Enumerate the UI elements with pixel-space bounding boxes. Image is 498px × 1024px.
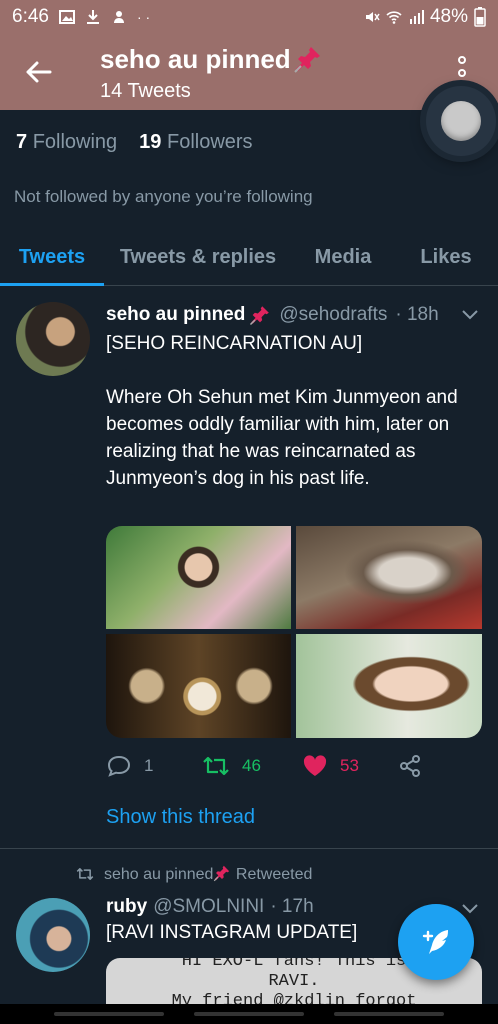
more-dot-icon — [458, 69, 466, 77]
back-arrow-icon[interactable] — [22, 56, 54, 88]
chevron-down-icon[interactable] — [460, 902, 480, 916]
like-count: 53 — [340, 756, 359, 775]
followers-count: 19 — [139, 131, 162, 153]
tab-likes[interactable]: Likes — [394, 230, 498, 285]
mute-icon — [365, 12, 380, 22]
show-thread-link[interactable]: Show this thread — [106, 806, 255, 829]
retweet-icon — [76, 868, 94, 880]
tweet-header: ruby @SMOLNINI · 17h — [106, 896, 314, 918]
not-followed-text: Not followed by anyone you’re following — [14, 187, 313, 206]
reply-count: 1 — [144, 756, 154, 775]
tweet-text: [SEHO REINCARNATION AU] Where Oh Sehun m… — [106, 333, 458, 489]
retweet-icon — [203, 756, 229, 776]
tweet-time: · 17h — [270, 896, 314, 917]
signal-icon — [409, 10, 424, 24]
profile-header: seho au pinned 14 Tweets — [0, 34, 498, 110]
tweet-text: [RAVI INSTAGRAM UPDATE] — [106, 922, 358, 943]
tweet-author-handle: @sehodrafts — [279, 304, 388, 325]
tweet-author-handle: @SMOLNINI — [153, 896, 265, 917]
divider — [0, 848, 498, 849]
compose-tweet-button[interactable] — [398, 904, 474, 980]
pushpin-icon — [250, 306, 270, 326]
gallery-icon — [58, 10, 75, 24]
followers-label: Followers — [166, 131, 253, 153]
battery-percent: 48% — [429, 6, 468, 27]
media-image[interactable] — [296, 526, 482, 629]
tweet-author-name[interactable]: ruby — [106, 896, 147, 918]
tab-tweets[interactable]: Tweets — [0, 230, 104, 286]
share-icon — [400, 755, 420, 777]
tweet-actions: 1 46 53 — [106, 754, 446, 778]
download-icon — [86, 10, 99, 24]
heart-icon — [303, 755, 327, 776]
tab-tweets-replies[interactable]: Tweets & replies — [104, 230, 292, 285]
header-title: seho au pinned — [100, 44, 323, 75]
more-dot-icon — [458, 56, 466, 64]
floating-assistive-button[interactable] — [426, 86, 496, 156]
compose-feather-icon — [422, 930, 448, 954]
profile-tabs: Tweets Tweets & replies Media Likes — [0, 230, 498, 286]
battery-icon — [474, 7, 486, 27]
following-count: 7 — [16, 131, 28, 153]
followers-link[interactable]: 19 Followers — [139, 131, 252, 154]
tweet-count: 14 Tweets — [100, 80, 191, 102]
nav-segment — [334, 1012, 444, 1016]
share-button[interactable] — [398, 754, 422, 778]
system-navigation-bar — [0, 1004, 498, 1024]
nav-segment — [194, 1012, 304, 1016]
status-time: 6:46 — [12, 6, 49, 27]
media-image[interactable] — [296, 634, 482, 738]
tweet-time: · 18h — [395, 304, 439, 325]
tweet-media-grid — [106, 526, 482, 738]
more-options-button[interactable] — [452, 56, 472, 90]
reply-icon — [107, 755, 131, 777]
assistive-touch-icon — [441, 101, 481, 141]
follow-stats: 7 Following 19 Followers — [16, 131, 253, 154]
wifi-icon — [386, 11, 402, 24]
nav-segment — [54, 1012, 164, 1016]
retweeted-by-line: seho au pinned Retweeted — [76, 864, 312, 884]
following-label: Following — [32, 131, 118, 153]
status-bar: 6:46 · · 48% — [0, 0, 498, 34]
media-image[interactable] — [106, 526, 291, 629]
pushpin-icon — [293, 47, 320, 73]
tweet-author-name[interactable]: seho au pinned — [106, 304, 245, 326]
following-link[interactable]: 7 Following — [16, 131, 117, 154]
notification-icon — [113, 11, 124, 23]
tweet-header: seho au pinned @sehodrafts · 18h — [106, 304, 439, 326]
retweet-button[interactable]: 46 — [202, 754, 261, 778]
retweeted-by-name[interactable]: seho au pinned — [104, 866, 213, 883]
avatar[interactable] — [16, 302, 90, 376]
retweeted-label: Retweeted — [235, 866, 313, 883]
media-image[interactable] — [106, 634, 291, 738]
pushpin-icon — [214, 865, 230, 882]
reply-button[interactable]: 1 — [106, 754, 153, 778]
avatar[interactable] — [16, 898, 90, 972]
retweet-count: 46 — [242, 756, 261, 775]
like-button[interactable]: 53 — [302, 754, 359, 778]
chevron-down-icon[interactable] — [460, 308, 480, 322]
tab-media[interactable]: Media — [292, 230, 394, 285]
more-notifications-icon: · · — [136, 9, 151, 25]
